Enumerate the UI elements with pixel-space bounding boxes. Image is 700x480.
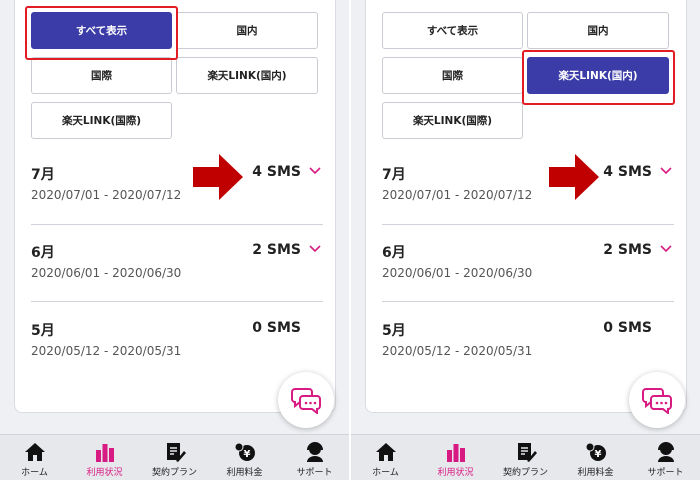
month-date-range: 2020/05/12 - 2020/05/31 <box>382 344 533 358</box>
yen-fee-icon: ¥ <box>585 442 606 461</box>
tab-home[interactable]: ホーム <box>0 435 69 480</box>
chevron-down-icon[interactable] <box>658 162 674 178</box>
yen-fee-icon: ¥ <box>234 442 255 461</box>
filter-domestic-button[interactable]: 国内 <box>527 12 669 49</box>
month-label: 6月 <box>31 245 55 261</box>
filter-link-international-button[interactable]: 楽天LINK(国際) <box>382 102 523 139</box>
home-icon <box>375 443 396 461</box>
sms-count: 4 SMS <box>603 164 652 180</box>
filter-link-international-button[interactable]: 楽天LINK(国際) <box>31 102 172 139</box>
tab-usage[interactable]: 利用状況 <box>70 435 139 480</box>
month-date-range: 2020/07/01 - 2020/07/12 <box>382 188 533 202</box>
usage-chart-icon <box>446 444 465 462</box>
sms-count: 0 SMS <box>252 320 301 336</box>
tab-usage[interactable]: 利用状況 <box>421 435 490 480</box>
month-row-june[interactable]: 6月 2020/06/01 - 2020/06/30 2 SMS <box>382 226 674 302</box>
filter-domestic-button[interactable]: 国内 <box>176 12 318 49</box>
chevron-down-icon[interactable] <box>658 240 674 256</box>
usage-chart-icon <box>95 444 114 462</box>
sms-count: 2 SMS <box>603 242 652 258</box>
month-label: 5月 <box>382 323 406 339</box>
divider <box>31 224 323 225</box>
divider <box>382 224 674 225</box>
month-label: 7月 <box>382 167 406 183</box>
month-row-july[interactable]: 7月 2020/07/01 - 2020/07/12 4 SMS <box>31 148 323 224</box>
red-arrow-icon <box>549 154 599 200</box>
month-row-june[interactable]: 6月 2020/06/01 - 2020/06/30 2 SMS <box>31 226 323 302</box>
divider <box>382 301 674 302</box>
month-row-may: 5月 2020/05/12 - 2020/05/31 0 SMS <box>31 304 323 380</box>
home-icon <box>24 443 45 461</box>
left-screen: すべて表示 国内 国際 楽天LINK(国内) 楽天LINK(国際) 7月 202… <box>0 0 349 480</box>
filter-international-button[interactable]: 国際 <box>31 57 172 94</box>
svg-text:¥: ¥ <box>594 449 601 460</box>
sms-count: 2 SMS <box>252 242 301 258</box>
svg-text:¥: ¥ <box>243 449 250 460</box>
tab-home[interactable]: ホーム <box>351 435 420 480</box>
tab-contract-plan[interactable]: 契約プラン <box>140 435 209 480</box>
filter-link-domestic-button[interactable]: 楽天LINK(国内) <box>176 57 318 94</box>
tab-support[interactable]: サポート <box>280 435 349 480</box>
tab-contract-plan[interactable]: 契約プラン <box>491 435 560 480</box>
bottom-tab-bar: ホーム 利用状況 契約プラン ¥ 利用料金 サポート <box>0 434 349 480</box>
tab-support[interactable]: サポート <box>631 435 700 480</box>
highlight-box <box>522 50 675 105</box>
chat-support-button[interactable] <box>278 372 334 428</box>
month-label: 7月 <box>31 167 55 183</box>
chat-support-button[interactable] <box>629 372 685 428</box>
sms-count: 4 SMS <box>252 164 301 180</box>
filter-international-button[interactable]: 国際 <box>382 57 523 94</box>
red-arrow-icon <box>193 154 243 200</box>
month-row-may: 5月 2020/05/12 - 2020/05/31 0 SMS <box>382 304 674 380</box>
month-date-range: 2020/06/01 - 2020/06/30 <box>382 266 533 280</box>
tab-fees[interactable]: ¥ 利用料金 <box>561 435 630 480</box>
chat-bubbles-icon <box>642 388 672 414</box>
month-label: 6月 <box>382 245 406 261</box>
divider <box>31 301 323 302</box>
support-headset-icon <box>657 442 674 462</box>
filter-all-button[interactable]: すべて表示 <box>382 12 523 49</box>
month-label: 5月 <box>31 323 55 339</box>
sms-history-card: すべて表示 国内 国際 楽天LINK(国内) 楽天LINK(国際) 7月 202… <box>14 0 336 413</box>
bottom-tab-bar: ホーム 利用状況 契約プラン ¥ 利用料金 サポート <box>351 434 700 480</box>
chat-bubbles-icon <box>291 388 321 414</box>
month-date-range: 2020/06/01 - 2020/06/30 <box>31 266 182 280</box>
highlight-box <box>25 6 178 60</box>
chevron-down-icon[interactable] <box>307 240 323 256</box>
month-date-range: 2020/07/01 - 2020/07/12 <box>31 188 182 202</box>
month-date-range: 2020/05/12 - 2020/05/31 <box>31 344 182 358</box>
month-row-july[interactable]: 7月 2020/07/01 - 2020/07/12 4 SMS <box>382 148 674 224</box>
contract-plan-icon <box>517 443 537 462</box>
contract-plan-icon <box>166 443 186 462</box>
right-screen: すべて表示 国内 国際 楽天LINK(国内) 楽天LINK(国際) 7月 202… <box>351 0 700 480</box>
support-headset-icon <box>306 442 323 462</box>
tab-fees[interactable]: ¥ 利用料金 <box>210 435 279 480</box>
sms-count: 0 SMS <box>603 320 652 336</box>
chevron-down-icon[interactable] <box>307 162 323 178</box>
